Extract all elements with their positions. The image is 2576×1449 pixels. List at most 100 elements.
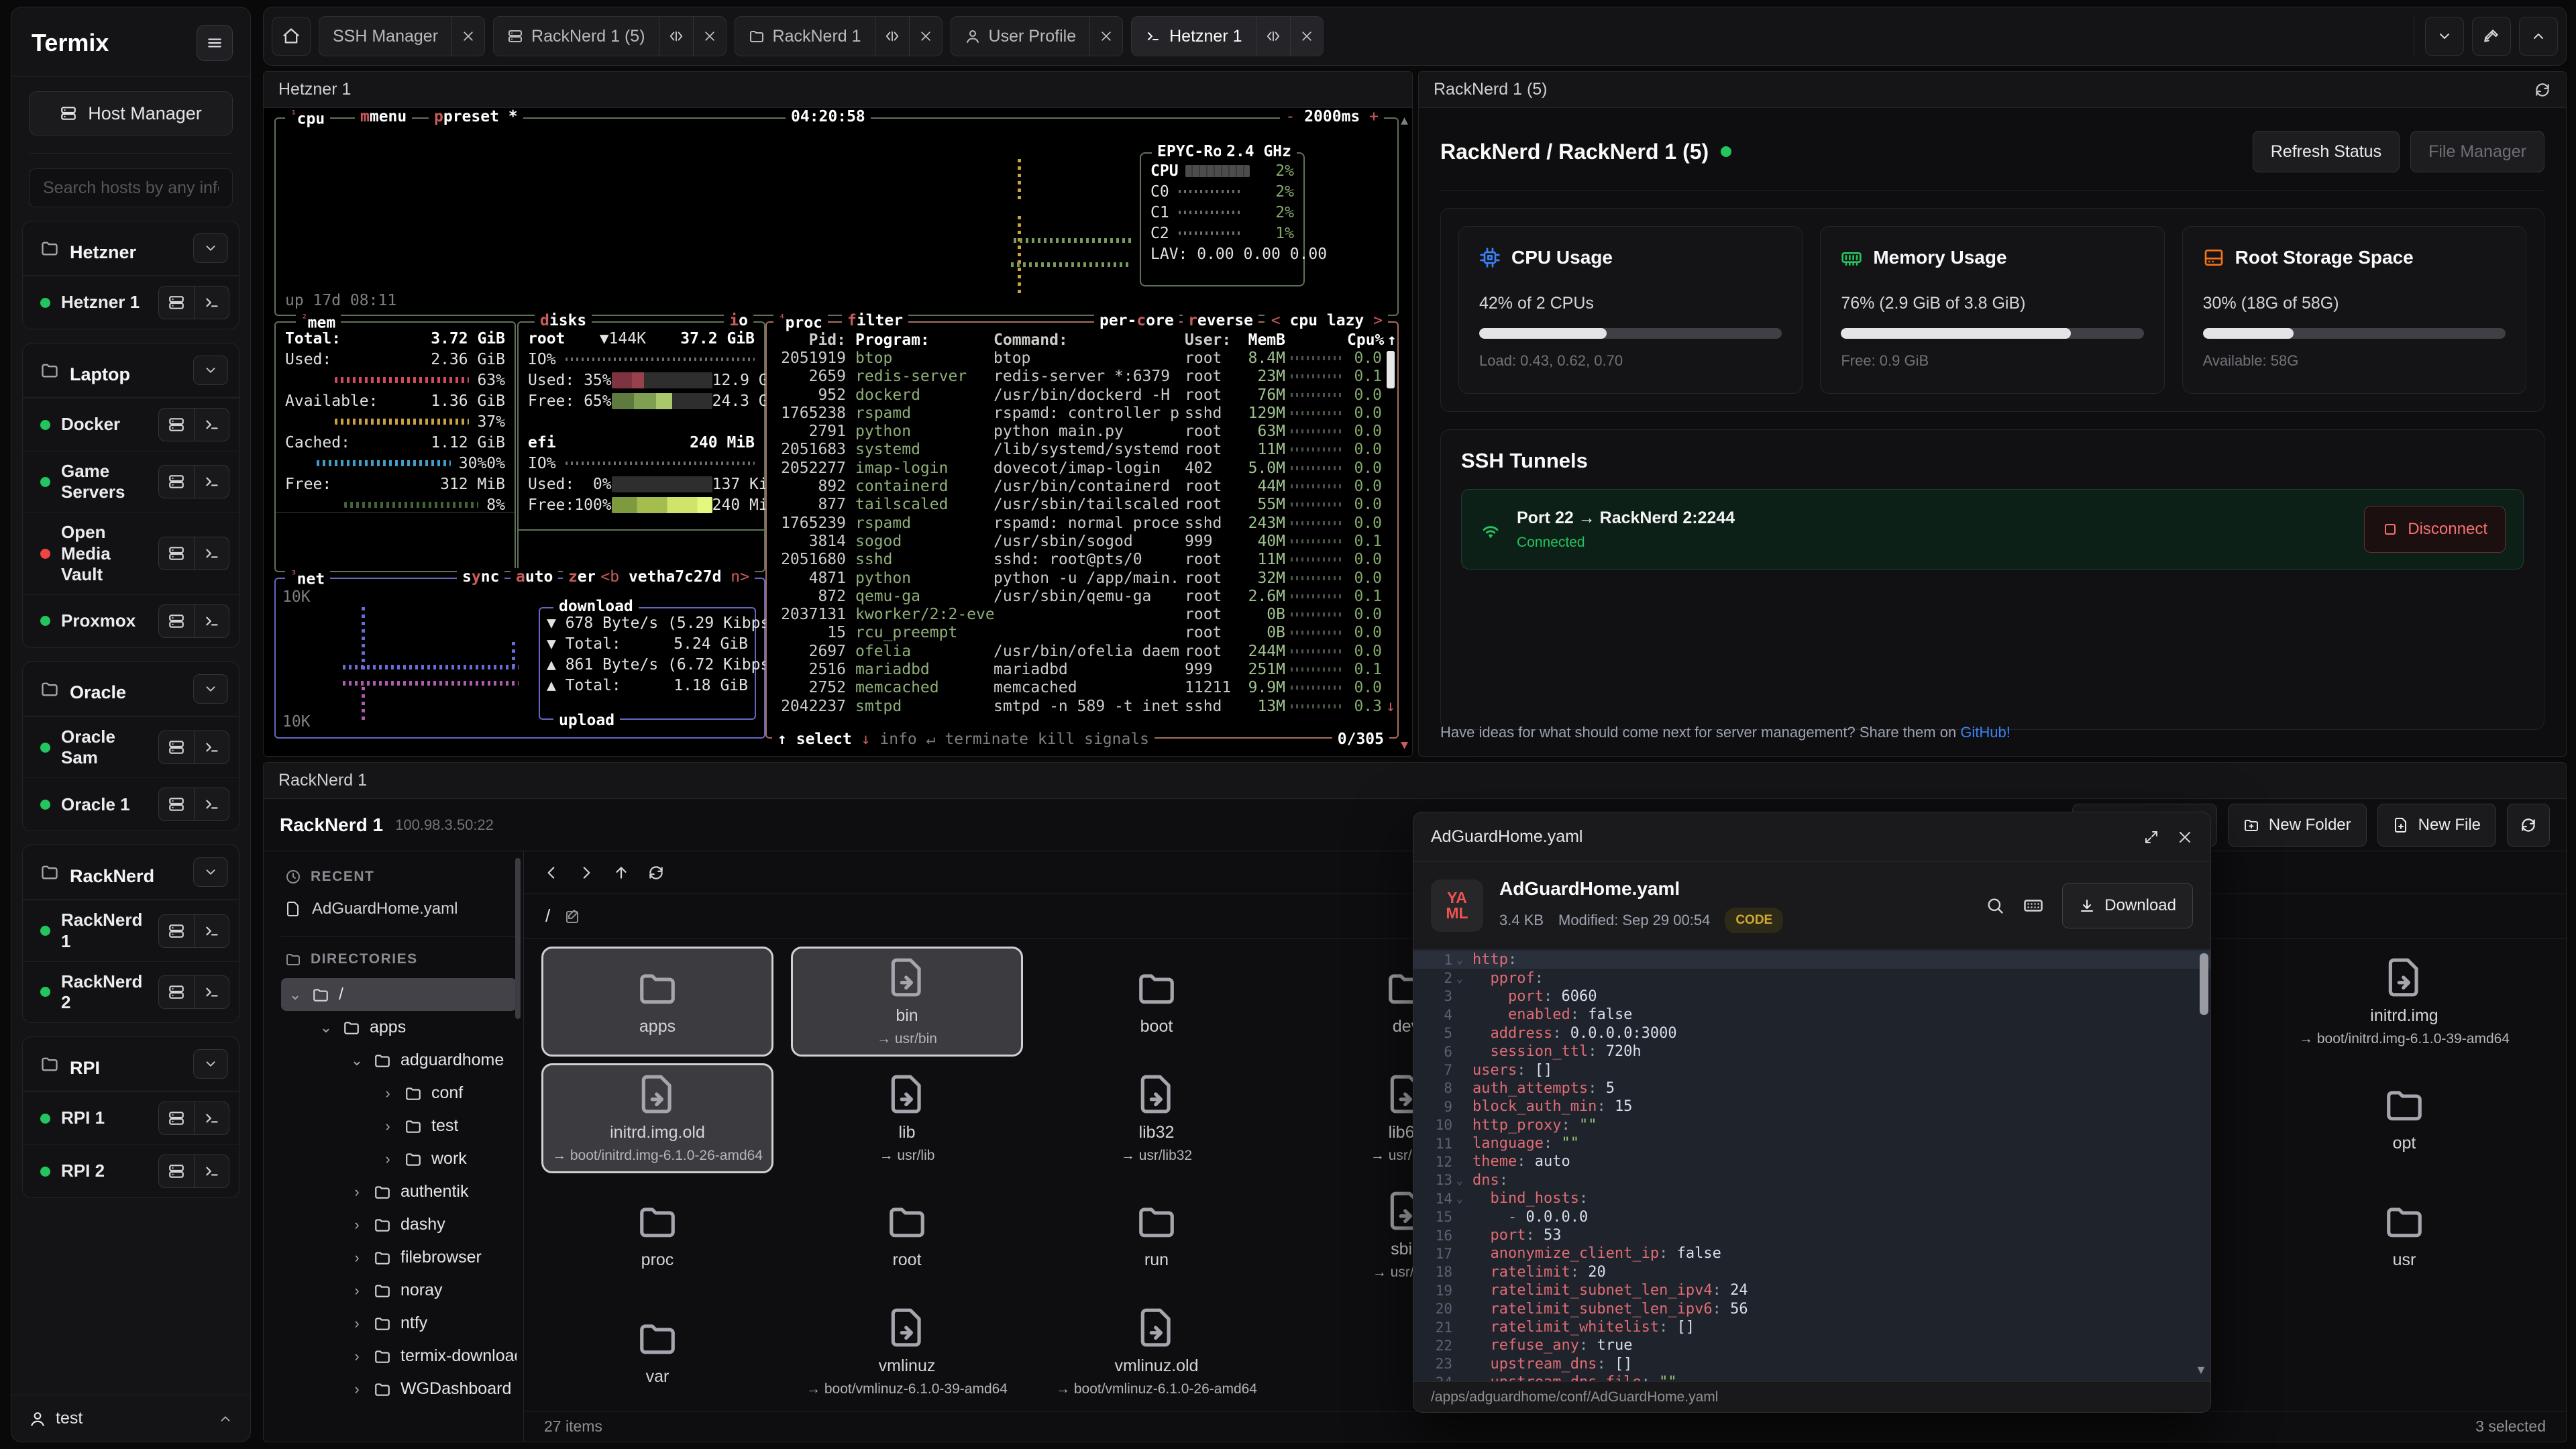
keyboard-icon[interactable] [2023, 896, 2043, 916]
process-row[interactable]: 2051683 systemd /lib/systemd/systemd roo… [767, 441, 1397, 459]
code-line[interactable]: 4 enabled: false [1413, 1006, 2210, 1024]
chevron-up-icon[interactable] [218, 1411, 233, 1426]
code-line[interactable]: 18 ratelimit: 20 [1413, 1263, 2210, 1281]
code-line[interactable]: 6 session_ttl: 720h [1413, 1042, 2210, 1061]
breadcrumb[interactable]: / [545, 906, 550, 926]
scroll-up-button[interactable] [2519, 17, 2558, 56]
file-grid-item[interactable]: lib32 → usr/lib32 [1040, 1063, 1273, 1173]
tree-chevron-icon[interactable]: › [350, 1348, 364, 1365]
home-tab-button[interactable] [272, 17, 311, 56]
file-grid-item[interactable]: proc [541, 1180, 773, 1290]
tab-user-profile[interactable]: User Profile [951, 16, 1124, 56]
search-input[interactable] [29, 168, 233, 207]
host-row[interactable]: Oracle 1 [23, 777, 239, 830]
host-terminal-button[interactable] [194, 731, 229, 763]
process-row[interactable]: 1765238 rspamd rspamd: controller p sshd… [767, 404, 1397, 422]
file-grid-item[interactable]: initrd.img.old → boot/initrd.img-6.1.0-2… [541, 1063, 773, 1173]
code-line[interactable]: 19 ratelimit_subnet_len_ipv4: 24 [1413, 1281, 2210, 1299]
new-folder-button[interactable]: New Folder [2228, 804, 2367, 847]
refresh-icon[interactable] [2534, 81, 2551, 99]
tree-chevron-icon[interactable]: › [380, 1118, 395, 1135]
host-row[interactable]: Proxmox [23, 594, 239, 647]
fold-icon[interactable]: ⌄ [1452, 972, 1472, 985]
host-manager-open-button[interactable] [159, 788, 194, 820]
tree-item[interactable]: › noray [281, 1274, 517, 1307]
host-manager-open-button[interactable] [159, 1155, 194, 1187]
tree-chevron-icon[interactable]: › [350, 1249, 364, 1267]
tree-item[interactable]: › filebrowser [281, 1241, 517, 1274]
process-row[interactable]: 1765239 rspamd rspamd: normal proce sshd… [767, 514, 1397, 532]
tree-item[interactable]: › ntfy [281, 1307, 517, 1340]
collapse-tabs-button[interactable] [2425, 17, 2464, 56]
host-terminal-button[interactable] [194, 1155, 229, 1187]
process-row[interactable]: 892 containerd /usr/bin/containerd root … [767, 477, 1397, 495]
close-icon[interactable] [452, 17, 484, 56]
host-row[interactable]: Game Servers [23, 451, 239, 512]
file-grid-item[interactable]: usr [2288, 1180, 2520, 1290]
code-line[interactable]: 16 port: 53 [1413, 1226, 2210, 1244]
fold-icon[interactable]: ⌄ [1452, 1174, 1472, 1187]
code-line[interactable]: 9 block_auth_min: 15 [1413, 1097, 2210, 1116]
disconnect-button[interactable]: Disconnect [2364, 506, 2506, 553]
close-icon[interactable] [1090, 17, 1122, 56]
chevron-down-icon[interactable] [193, 233, 228, 263]
tree-item[interactable]: ⌄ apps [281, 1011, 517, 1044]
process-row[interactable]: 3814 sogod /usr/sbin/sogod 999 40M 0.1 [767, 532, 1397, 550]
host-group-header[interactable]: Laptop [23, 343, 239, 398]
code-line[interactable]: 14 ⌄ bind_hosts: [1413, 1189, 2210, 1208]
host-row[interactable]: Hetzner 1 [23, 276, 239, 329]
code-line[interactable]: 5 address: 0.0.0.0:3000 [1413, 1024, 2210, 1042]
process-row[interactable]: 2037131 kworker/2:2-even root 0B 0.0 [767, 605, 1397, 623]
expand-icon[interactable] [2143, 829, 2159, 845]
code-line[interactable]: 1 ⌄ http: [1413, 951, 2210, 969]
refresh-status-button[interactable]: Refresh Status [2253, 131, 2400, 172]
code-line[interactable]: 20 ratelimit_subnet_len_ipv6: 56 [1413, 1299, 2210, 1318]
file-grid-item[interactable]: bin → usr/bin [791, 947, 1023, 1057]
tree-item[interactable]: › work [281, 1142, 517, 1175]
host-manager-open-button[interactable] [159, 1102, 194, 1134]
tree-item[interactable]: ⌄ / [281, 978, 517, 1011]
proc-scrollbar[interactable] [1387, 351, 1395, 388]
split-view-icon[interactable] [659, 17, 693, 56]
fm-refresh-button[interactable] [2507, 804, 2550, 847]
file-grid-item[interactable]: boot [1040, 947, 1273, 1057]
tab-ssh-manager[interactable]: SSH Manager [319, 16, 485, 56]
tab-racknerd-stats[interactable]: RackNerd 1 (5) [493, 16, 727, 56]
host-terminal-button[interactable] [194, 1102, 229, 1134]
host-terminal-button[interactable] [194, 788, 229, 820]
code-line[interactable]: 24 upstream_dns_file: "" [1413, 1373, 2210, 1381]
host-row[interactable]: Docker [23, 398, 239, 451]
file-grid-item[interactable]: var [541, 1297, 773, 1407]
file-grid-item[interactable]: vmlinuz.old → boot/vmlinuz-6.1.0-26-amd6… [1040, 1297, 1273, 1407]
terminal[interactable]: ¹cpu mmenu ppreset * 04:20:58 - 2000ms +… [264, 108, 1412, 756]
split-view-icon[interactable] [875, 17, 909, 56]
search-icon[interactable] [1986, 896, 2004, 915]
recent-file-item[interactable]: AdGuardHome.yaml [281, 890, 517, 932]
tab-hetzner-terminal[interactable]: Hetzner 1 [1131, 16, 1323, 56]
btop-menu[interactable]: menu [370, 108, 407, 125]
process-row[interactable]: 2042237 smtpd smtpd -n 589 -t inet sshd … [767, 697, 1397, 715]
host-row[interactable]: Open Media Vault [23, 512, 239, 594]
new-file-button[interactable]: New File [2377, 804, 2496, 847]
process-row[interactable]: 2051680 sshd sshd: root@pts/0 root 11M 0… [767, 551, 1397, 569]
code-line[interactable]: 10 http_proxy: "" [1413, 1116, 2210, 1134]
code-line[interactable]: 2 ⌄ pprof: [1413, 969, 2210, 987]
chevron-down-icon[interactable] [193, 674, 228, 704]
back-button[interactable] [543, 864, 560, 881]
host-terminal-button[interactable] [194, 537, 229, 570]
proc-sort[interactable]: cpu lazy [1290, 312, 1364, 329]
tree-item[interactable]: › dashy [281, 1208, 517, 1241]
process-row[interactable]: 4871 python python -u /app/main. root 32… [767, 569, 1397, 587]
file-grid-item[interactable]: initrd.img → boot/initrd.img-6.1.0-39-am… [2288, 947, 2520, 1057]
code-line[interactable]: 17 anonymize_client_ip: false [1413, 1244, 2210, 1263]
file-manager-button[interactable]: File Manager [2410, 131, 2544, 172]
tree-item[interactable]: ⌄ adguardhome [281, 1044, 517, 1077]
file-grid-item[interactable]: run [1040, 1180, 1273, 1290]
up-button[interactable] [612, 864, 630, 881]
chevron-down-icon[interactable] [193, 356, 228, 385]
process-row[interactable]: 2791 python python main.py root 63M 0.0 [767, 422, 1397, 440]
tools-button[interactable] [2472, 17, 2511, 56]
chevron-down-icon[interactable] [193, 857, 228, 887]
scroll-down-arrow[interactable]: ▼ [2195, 1363, 2207, 1377]
tree-chevron-icon[interactable]: › [380, 1150, 395, 1168]
